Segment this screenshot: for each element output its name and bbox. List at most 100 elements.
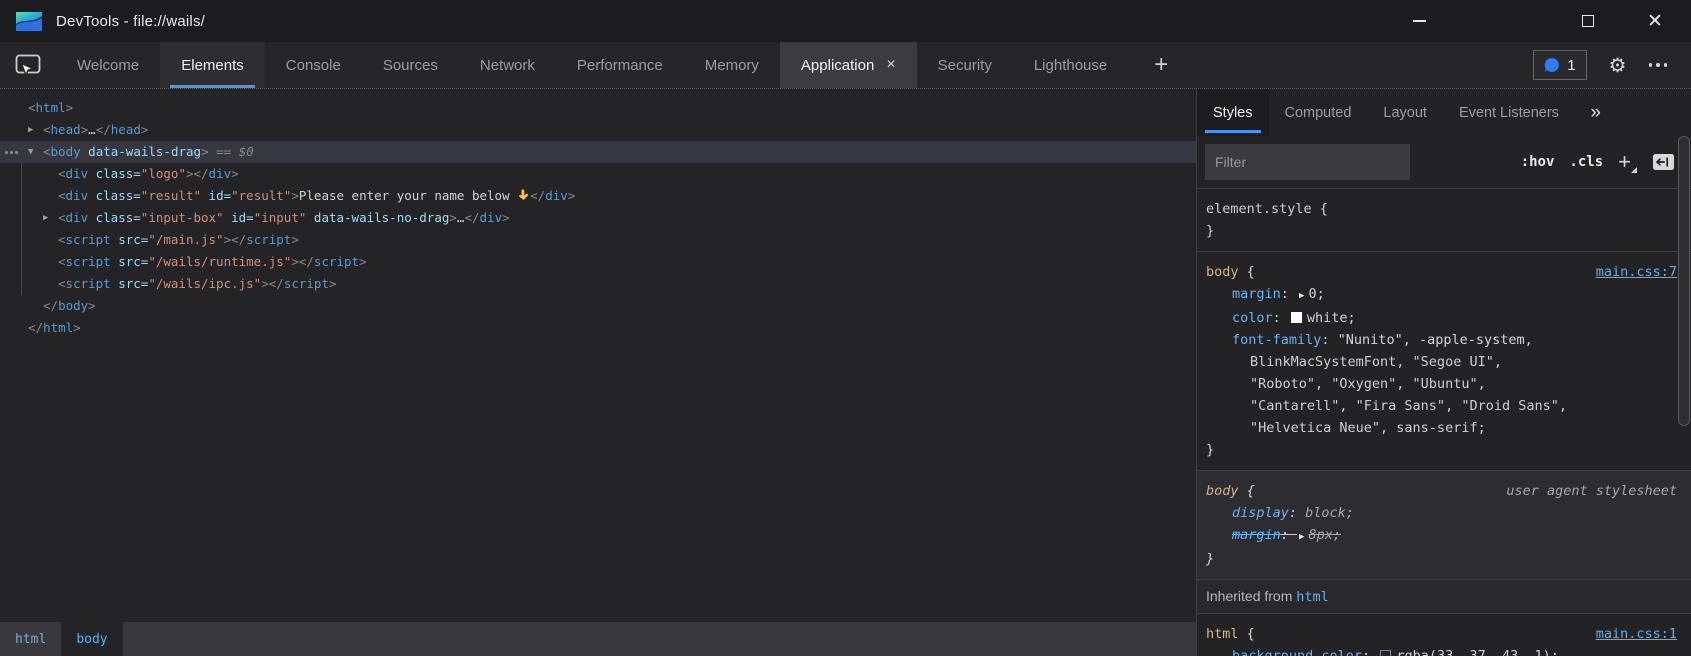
dom-tree-node[interactable]: ▶<head>…</head>: [0, 119, 1196, 141]
code-token: >: [359, 254, 367, 269]
tab-elements[interactable]: Elements: [160, 42, 265, 88]
css-selector-line[interactable]: html {main.css:1: [1206, 623, 1677, 645]
colon: :: [1289, 505, 1305, 521]
expand-value-icon[interactable]: ▶: [1299, 526, 1304, 548]
dom-tree-node[interactable]: <script src="/main.js"></script>: [0, 229, 1196, 251]
color-swatch[interactable]: [1380, 650, 1391, 656]
toggle-sidebar-icon[interactable]: [1652, 153, 1675, 171]
open-brace: {: [1239, 623, 1255, 645]
open-brace: {: [1239, 261, 1255, 283]
code-token: >: [231, 166, 239, 181]
new-style-rule-button[interactable]: +: [1618, 149, 1637, 175]
close-tab-icon[interactable]: ×: [886, 56, 895, 74]
code-token: body: [58, 298, 88, 313]
code-token: </: [231, 232, 246, 247]
css-selector-line[interactable]: body {user agent stylesheet: [1206, 480, 1677, 502]
css-property-row[interactable]: display: block;: [1206, 502, 1677, 524]
node-markup: <div class="result" id="result">Please e…: [0, 185, 575, 207]
tab-sources[interactable]: Sources: [362, 42, 459, 88]
css-selector-line[interactable]: body {main.css:7: [1206, 261, 1677, 283]
expand-value-icon[interactable]: ▶: [1299, 285, 1304, 307]
css-selector-line[interactable]: element.style {: [1206, 198, 1677, 220]
dom-tree-node[interactable]: ▶<div class="input-box" id="input" data-…: [0, 207, 1196, 229]
dom-tree-node[interactable]: </html>: [0, 317, 1196, 339]
dom-tree-node[interactable]: <script src="/wails/ipc.js"></script>: [0, 273, 1196, 295]
toggle-class-button[interactable]: .cls: [1569, 154, 1603, 170]
colon: :: [1273, 310, 1289, 326]
settings-gear-icon[interactable]: ⚙: [1609, 53, 1627, 77]
tab-application[interactable]: Application×: [780, 42, 917, 88]
css-property-row[interactable]: font-family: "Nunito", -apple-system,: [1206, 329, 1677, 351]
tab-label: Elements: [181, 57, 244, 74]
collapse-arrow-icon[interactable]: ▼: [28, 141, 33, 163]
more-tabs-icon[interactable]: »: [1590, 89, 1601, 136]
css-property-name: font-family: [1232, 332, 1321, 348]
tab-network[interactable]: Network: [459, 42, 556, 88]
tab-console[interactable]: Console: [265, 42, 362, 88]
stylesheet-link[interactable]: main.css:1: [1596, 623, 1677, 645]
maximize-button[interactable]: [1565, 0, 1611, 42]
code-token: >: [329, 276, 337, 291]
dom-tree-node[interactable]: <script src="/wails/runtime.js"></script…: [0, 251, 1196, 273]
tab-welcome[interactable]: Welcome: [56, 42, 160, 88]
breadcrumb: htmlbody: [0, 622, 1196, 656]
window-title: DevTools - file://wails/: [56, 13, 205, 30]
code-token: </: [530, 188, 545, 203]
code-token: div: [480, 210, 503, 225]
tab-performance[interactable]: Performance: [556, 42, 684, 88]
code-token: >: [261, 276, 269, 291]
sidebar-tab-event-listeners[interactable]: Event Listeners: [1443, 89, 1575, 136]
styles-filter-input[interactable]: [1205, 144, 1410, 180]
code-token: class=: [88, 166, 141, 181]
code-token: class=: [88, 188, 141, 203]
sidebar-tab-computed[interactable]: Computed: [1269, 89, 1368, 136]
tab-memory[interactable]: Memory: [684, 42, 780, 88]
scrollbar-thumb[interactable]: [1678, 136, 1690, 426]
node-markup: <div class="logo"></div>: [0, 163, 239, 185]
breadcrumb-item-body[interactable]: body: [61, 622, 122, 656]
more-options-icon[interactable]: [1649, 63, 1668, 67]
code-token: "logo": [141, 166, 186, 181]
code-token: <: [58, 232, 66, 247]
issues-badge[interactable]: 1: [1533, 50, 1586, 80]
code-token: div: [66, 188, 89, 203]
node-markup: <body data-wails-drag> == $0: [0, 141, 254, 163]
close-button[interactable]: ✕: [1632, 0, 1678, 42]
css-property-row[interactable]: margin: ▶8px;: [1206, 524, 1677, 548]
css-property-row[interactable]: background-color: rgba(33, 37, 43, 1);: [1206, 645, 1677, 656]
tab-label: Network: [480, 57, 535, 74]
dom-tree-node[interactable]: <div class="logo"></div>: [0, 163, 1196, 185]
code-token: >: [502, 210, 510, 225]
inherited-node-link[interactable]: html: [1296, 589, 1329, 605]
code-token: </: [269, 276, 284, 291]
code-token: <: [58, 166, 66, 181]
code-token: "result": [141, 188, 201, 203]
code-token: …: [88, 122, 96, 137]
css-property-row[interactable]: margin: ▶0;: [1206, 283, 1677, 307]
tab-lighthouse[interactable]: Lighthouse: [1013, 42, 1128, 88]
sidebar-tab-styles[interactable]: Styles: [1197, 89, 1269, 136]
dom-tree-node[interactable]: <div class="result" id="result">Please e…: [0, 185, 1196, 207]
css-property-value: 0;: [1308, 286, 1324, 302]
code-token: html: [43, 320, 73, 335]
expand-arrow-icon[interactable]: ▶: [43, 207, 48, 229]
dom-tree-node[interactable]: <html>: [0, 97, 1196, 119]
sidebar-tab-layout[interactable]: Layout: [1367, 89, 1443, 136]
node-more-actions-icon[interactable]: [5, 151, 18, 154]
stylesheet-link[interactable]: main.css:7: [1596, 261, 1677, 283]
tab-label: Memory: [705, 57, 759, 74]
css-property-row[interactable]: color: white;: [1206, 307, 1677, 329]
styles-scrollbar[interactable]: [1677, 136, 1691, 656]
minimize-button[interactable]: [1396, 0, 1442, 42]
dom-tree-node[interactable]: ▼<body data-wails-drag> == $0: [0, 141, 1196, 163]
toggle-hover-state-button[interactable]: :hov: [1521, 154, 1555, 170]
chat-bubble-icon: [1544, 57, 1560, 73]
issues-count: 1: [1567, 57, 1575, 74]
color-swatch[interactable]: [1291, 312, 1302, 323]
expand-arrow-icon[interactable]: ▶: [28, 119, 33, 141]
breadcrumb-item-html[interactable]: html: [0, 622, 61, 656]
add-tab-button[interactable]: +: [1128, 42, 1194, 88]
dom-tree-node[interactable]: </body>: [0, 295, 1196, 317]
tab-security[interactable]: Security: [917, 42, 1013, 88]
inspect-device-icon[interactable]: [0, 42, 56, 88]
